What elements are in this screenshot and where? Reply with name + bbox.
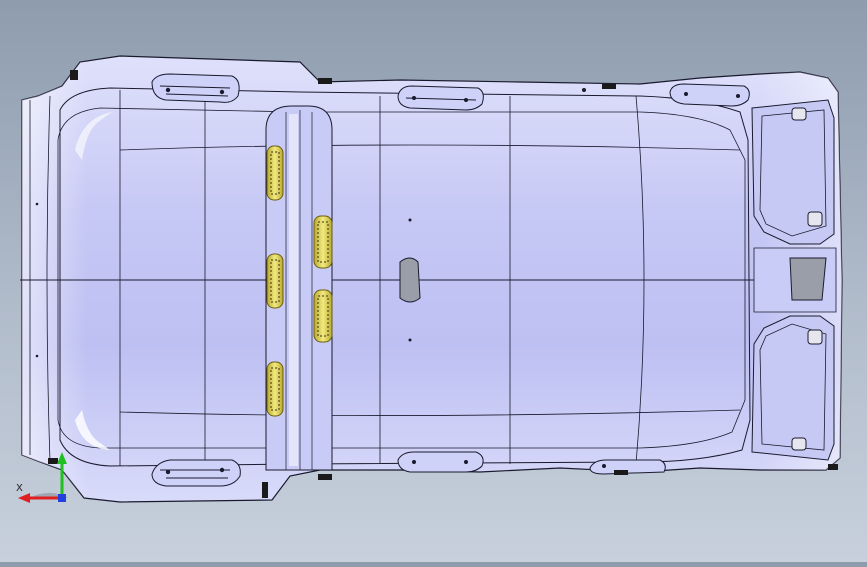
headliner-shell-shading <box>22 56 842 502</box>
triad-z-arrow <box>57 452 67 464</box>
headliner-model[interactable] <box>0 0 867 562</box>
triad-x-label: X <box>16 483 23 494</box>
vent-4 <box>313 215 333 269</box>
vent-3 <box>266 361 284 417</box>
vent-1 <box>266 145 284 201</box>
vent-5 <box>313 289 333 343</box>
coordinate-triad: X <box>10 440 80 510</box>
vent-2 <box>266 253 284 309</box>
triad-origin <box>58 494 66 502</box>
cad-viewport[interactable]: X <box>0 0 867 562</box>
rear-cutout <box>789 257 827 301</box>
dome-light-cutout[interactable] <box>399 257 421 303</box>
center-channel-highlight <box>289 114 298 466</box>
triad-x-arrow <box>18 493 30 503</box>
rear-console[interactable] <box>751 99 837 461</box>
